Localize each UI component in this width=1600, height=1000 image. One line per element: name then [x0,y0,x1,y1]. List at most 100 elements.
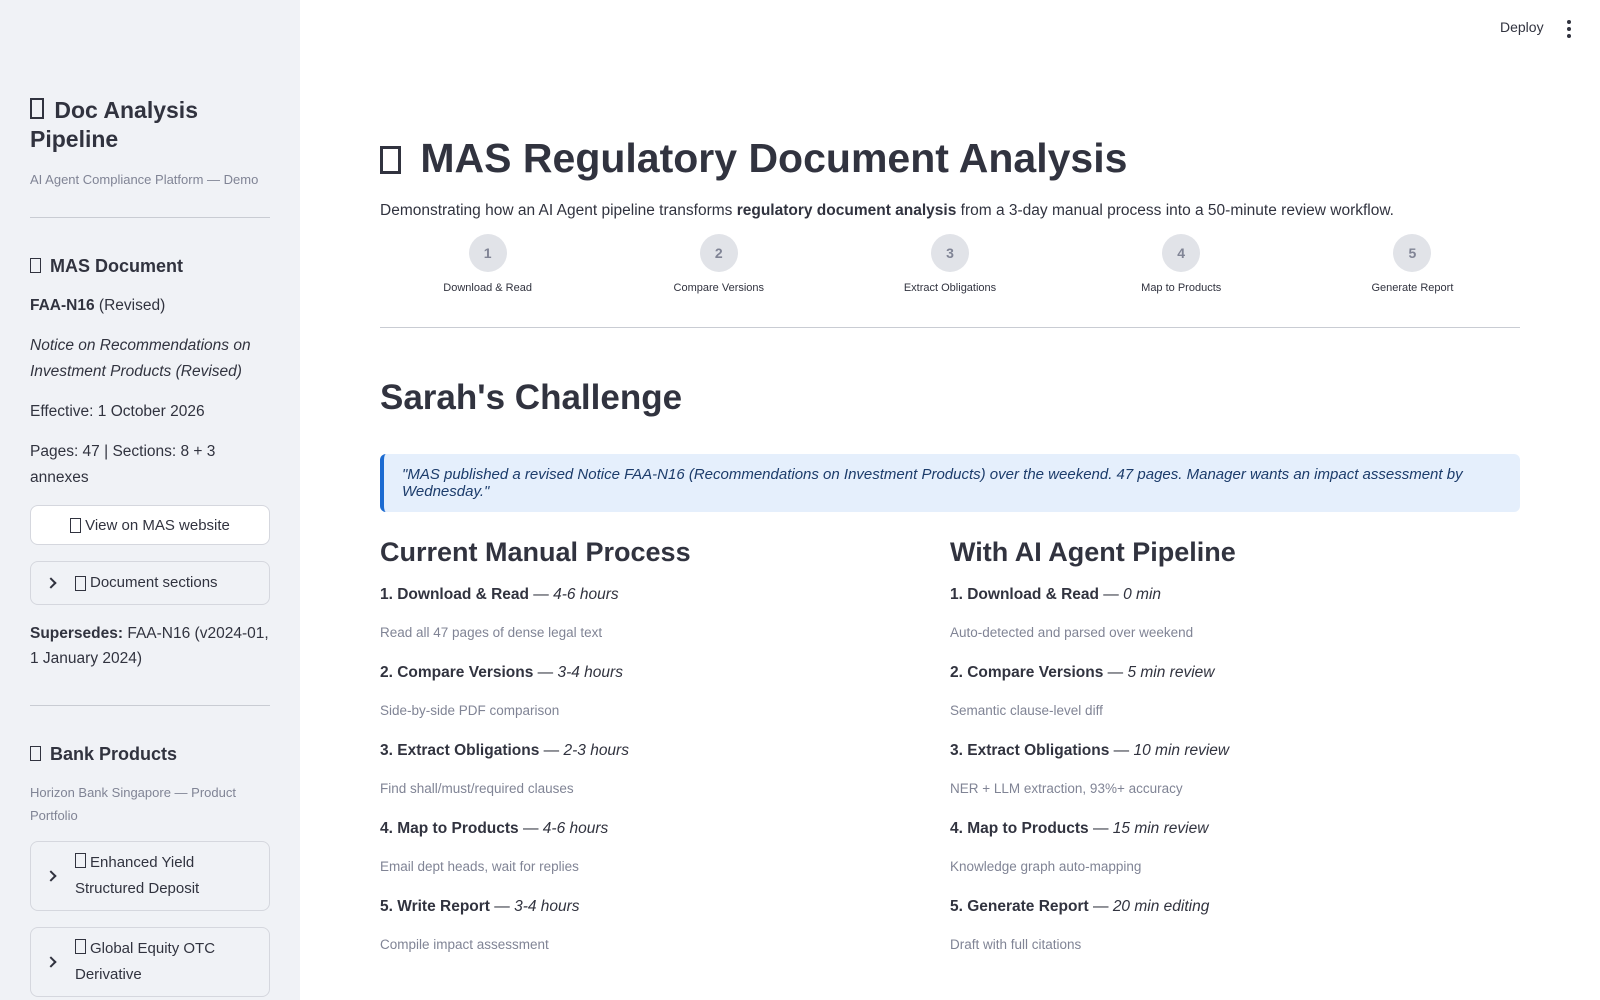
intro-bold: regulatory document analysis [736,202,957,219]
step-label: Compare Versions [673,282,765,294]
pipeline-step-desc: NER + LLM extraction, 93%+ accuracy [950,781,1183,796]
step-title: 3. Extract Obligations [950,742,1110,759]
pipeline-step-desc: Semantic clause-level diff [950,703,1103,718]
step-time: 10 min review [1133,742,1230,759]
doc-status: (Revised) [98,297,166,314]
intro-suffix: from a 3-day manual process into a 50-mi… [956,202,1394,219]
step-number: 5 [1393,234,1432,272]
pipeline-step-title: 2. Compare Versions — 5 min review [950,664,1215,681]
ai-pipeline-column: With AI Agent Pipeline 1. Download & Rea… [950,536,1520,976]
doc-code-line: FAA-N16 (Revised) [30,293,270,319]
sidebar-divider [30,705,270,706]
process-step-desc: Find shall/must/required clauses [380,781,574,796]
product-label: Enhanced Yield Structured Deposit [75,850,257,902]
step-time: 3-4 hours [514,898,580,915]
pipeline-step-desc: Knowledge graph auto-mapping [950,859,1142,874]
step-time: 5 min review [1127,664,1215,681]
process-step-desc: Read all 47 pages of dense legal text [380,625,603,640]
step-title: 2. Compare Versions [380,664,534,681]
step-label: Map to Products [1141,282,1222,294]
intro-text: Demonstrating how an AI Agent pipeline t… [380,202,1520,220]
document-icon [30,258,41,273]
page-title: MAS Regulatory Document Analysis [380,130,1520,186]
product-icon [75,939,86,954]
pipeline-steps: 1 Download & Read 2 Compare Versions 3 E… [372,234,1528,294]
step-time: 4-6 hours [542,820,609,837]
pipeline-step: 3 Extract Obligations [834,234,1065,294]
process-step-title: 5. Write Report — 3-4 hours [380,898,580,915]
pipeline-step: 4 Map to Products [1066,234,1297,294]
step-time: 3-4 hours [557,664,623,681]
sidebar-title: Doc Analysis Pipeline [30,96,270,154]
intro-prefix: Demonstrating how an AI Agent pipeline t… [380,202,737,219]
process-step-desc: Email dept heads, wait for replies [380,859,579,874]
bank-caption: Horizon Bank Singapore — Product Portfol… [30,785,236,823]
search-icon [380,146,401,174]
view-on-mas-website-button[interactable]: View on MAS website [30,505,270,545]
manual-process-column: Current Manual Process 1. Download & Rea… [380,536,950,976]
step-number: 4 [1162,234,1201,272]
step-label: Download & Read [443,282,532,294]
chevron-right-icon [45,577,57,589]
step-label: Generate Report [1371,282,1454,294]
product-label: Global Equity OTC Derivative [75,936,257,988]
step-title: 3. Extract Obligations [380,742,540,759]
bank-icon [30,746,41,761]
chevron-right-icon [45,870,57,882]
list-icon [75,575,86,591]
doc-code: FAA-N16 [30,297,95,314]
view-on-mas-website-label: View on MAS website [85,516,230,534]
document-sections-expander[interactable]: Document sections [30,561,270,605]
supersedes-label: Supersedes: [30,625,124,642]
step-time: 20 min editing [1112,898,1210,915]
main-menu-icon[interactable] [1566,20,1572,38]
mas-document-heading: MAS Document [30,256,270,277]
sidebar-caption: AI Agent Compliance Platform — Demo [30,172,259,187]
product-icon [75,853,86,868]
document-icon [30,98,44,119]
link-icon [70,517,82,533]
ai-pipeline-heading: With AI Agent Pipeline [950,537,1236,567]
challenge-quote: "MAS published a revised Notice FAA-N16 … [380,454,1520,512]
product-expander-global-equity[interactable]: Global Equity OTC Derivative [30,927,270,997]
pipeline-step-desc: Draft with full citations [950,937,1082,952]
pipeline-step-title: 1. Download & Read — 0 min [950,586,1162,603]
step-title: 4. Map to Products [950,820,1089,837]
sidebar-divider [30,217,270,218]
deploy-button[interactable]: Deploy [1500,19,1544,35]
process-step-desc: Side-by-side PDF comparison [380,703,560,718]
doc-title-text: Notice on Recommendations on Investment … [30,337,251,380]
pipeline-step-title: 3. Extract Obligations — 10 min review [950,742,1230,759]
step-number: 1 [468,234,507,272]
process-step-desc: Compile impact assessment [380,937,549,952]
step-label: Extract Obligations [903,282,997,294]
pipeline-step: 5 Generate Report [1297,234,1528,294]
mas-document-heading-text: MAS Document [50,256,184,276]
step-title: 1. Download & Read [380,586,529,603]
pipeline-step-title: 5. Generate Report — 20 min editing [950,898,1210,915]
sidebar-title-text: Doc Analysis Pipeline [30,97,198,152]
step-title: 5. Generate Report [950,898,1089,915]
process-step-title: 1. Download & Read — 4-6 hours [380,586,619,603]
step-time: 0 min [1123,586,1162,603]
product-label-text: Global Equity OTC Derivative [75,940,216,983]
process-step-title: 4. Map to Products — 4-6 hours [380,820,609,837]
pipeline-step-title: 4. Map to Products — 15 min review [950,820,1209,837]
manual-process-heading: Current Manual Process [380,537,691,567]
process-step-title: 2. Compare Versions — 3-4 hours [380,664,623,681]
chevron-right-icon [45,956,57,968]
step-title: 2. Compare Versions [950,664,1104,681]
doc-title: Notice on Recommendations on Investment … [30,333,270,385]
challenge-heading: Sarah's Challenge [380,378,683,417]
document-sections-label: Document sections [90,574,218,591]
step-time: 4-6 hours [553,586,619,603]
step-title: 5. Write Report [380,898,490,915]
bank-products-heading-text: Bank Products [50,744,178,764]
doc-pages: Pages: 47 | Sections: 8 + 3 annexes [30,443,216,486]
pipeline-step: 1 Download & Read [372,234,603,294]
step-number: 3 [931,234,969,272]
process-step-title: 3. Extract Obligations — 2-3 hours [380,742,629,759]
product-expander-enhanced-yield[interactable]: Enhanced Yield Structured Deposit [30,841,270,911]
step-time: 2-3 hours [563,742,629,759]
step-title: 1. Download & Read [950,586,1099,603]
